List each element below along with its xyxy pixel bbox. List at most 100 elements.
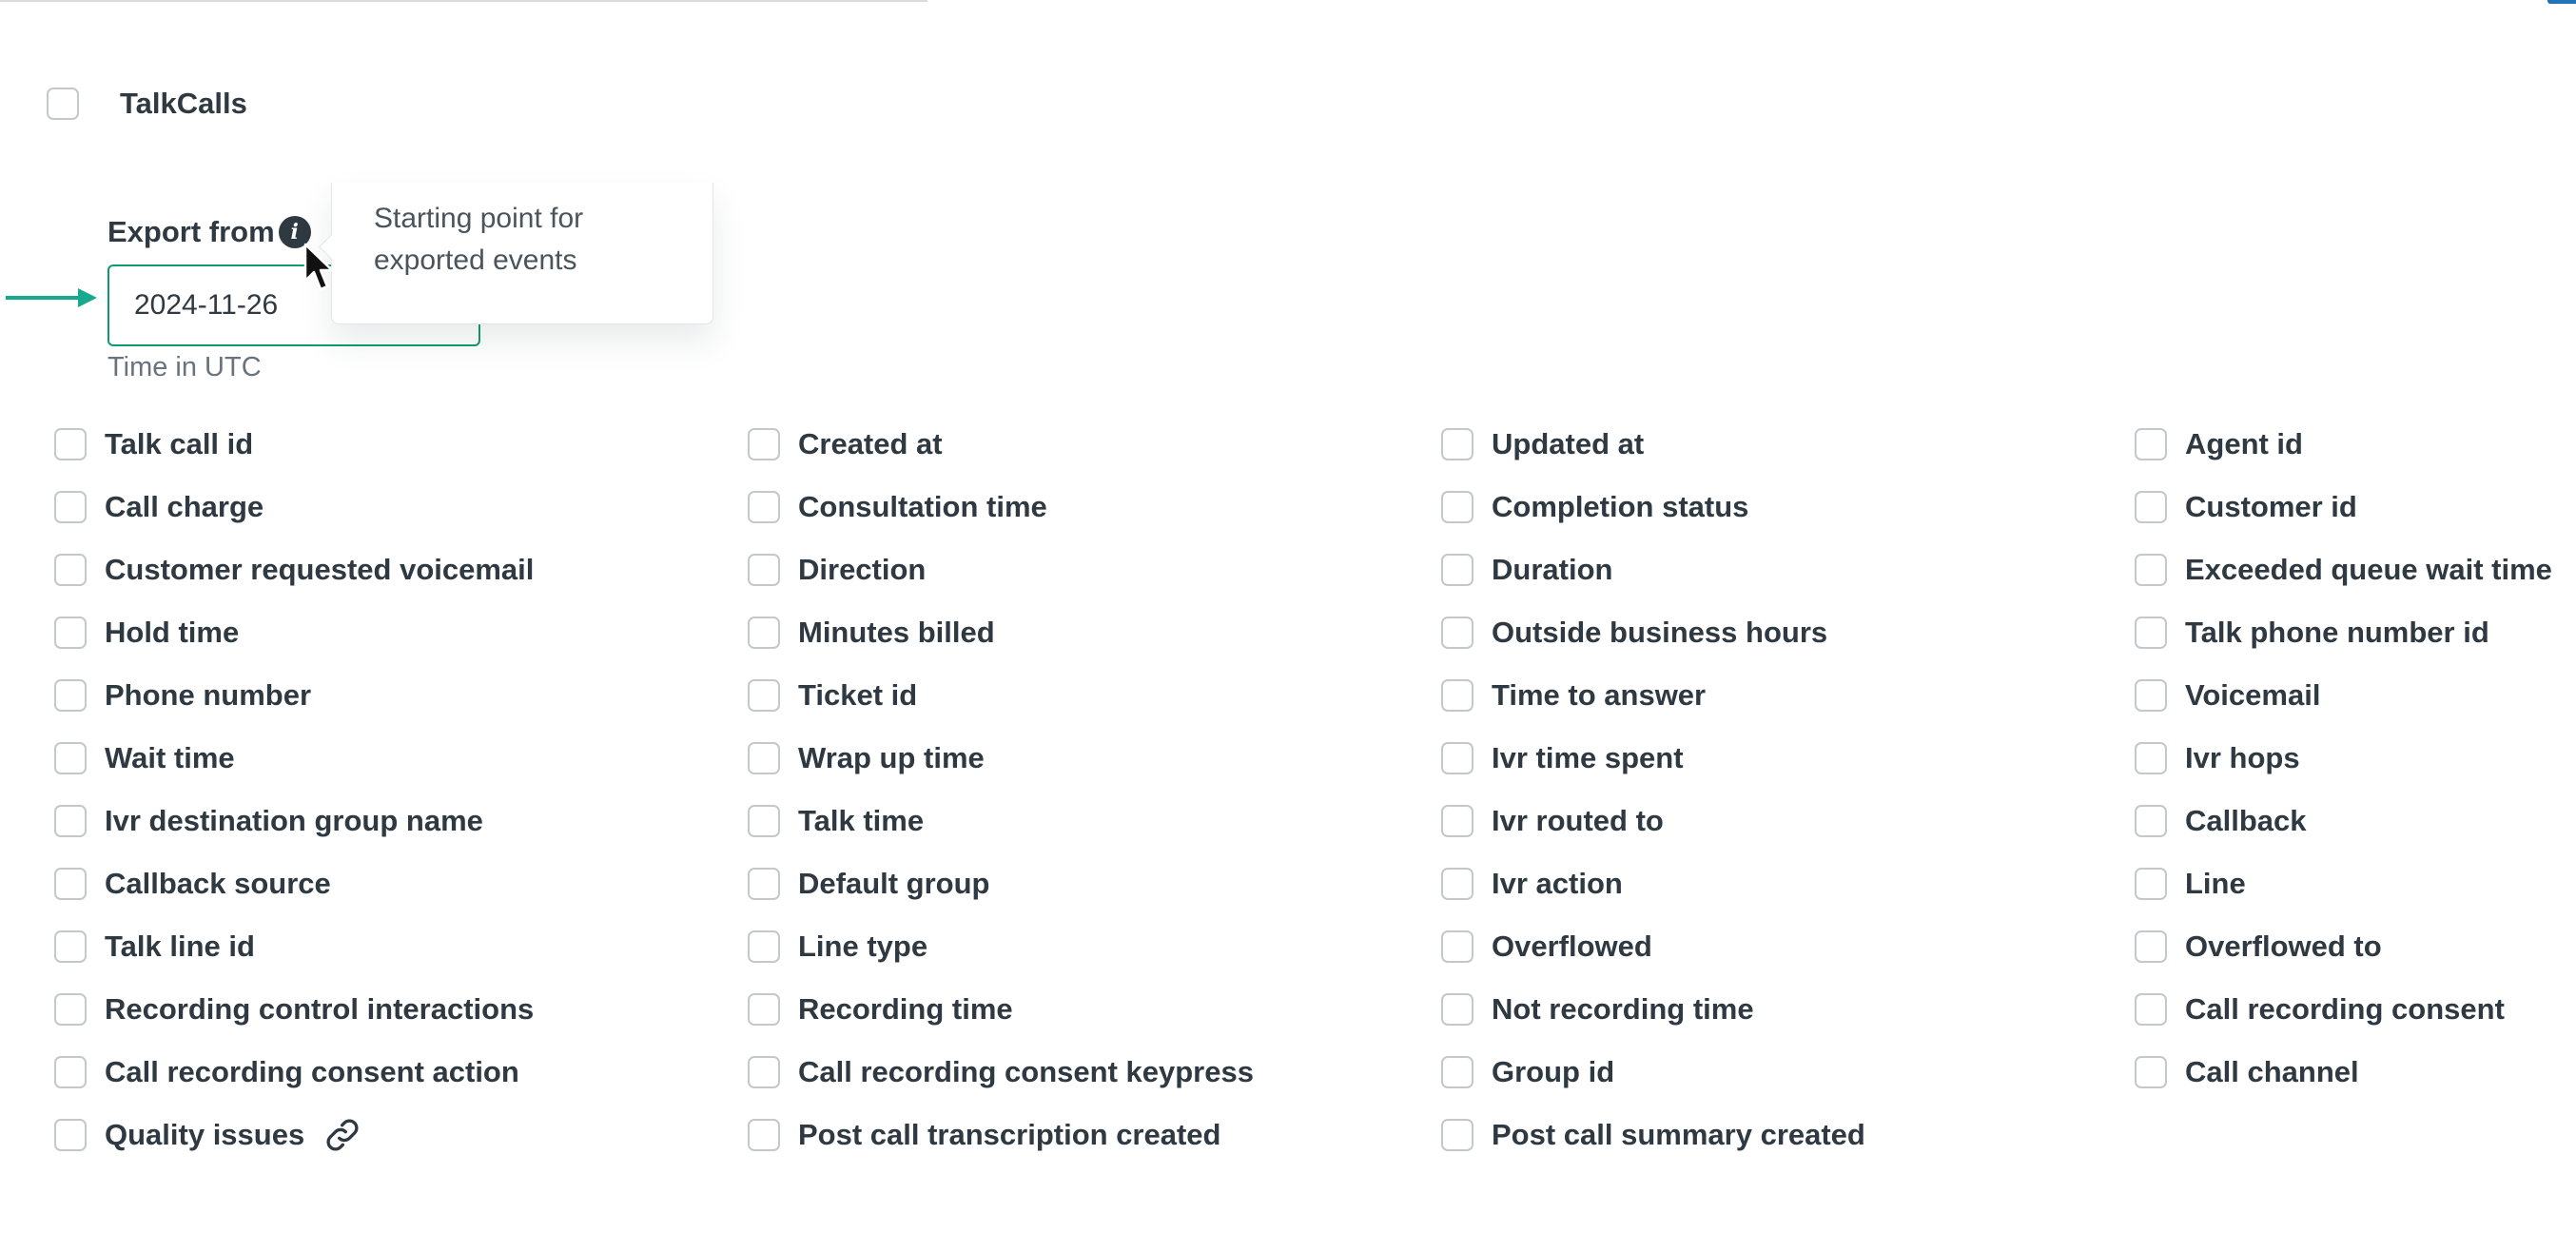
field-option-minutes-billed[interactable]: Minutes billed <box>748 601 1441 664</box>
field-checkbox[interactable] <box>1441 679 1473 712</box>
field-checkbox[interactable] <box>2135 491 2167 523</box>
field-checkbox[interactable] <box>54 616 87 649</box>
field-checkbox[interactable] <box>748 868 780 900</box>
field-option-call-charge[interactable]: Call charge <box>54 476 748 538</box>
field-checkbox[interactable] <box>54 742 87 774</box>
field-checkbox[interactable] <box>748 1119 780 1151</box>
field-option-completion-status[interactable]: Completion status <box>1441 476 2135 538</box>
field-checkbox[interactable] <box>1441 1056 1473 1088</box>
field-option-talk-phone-number-id[interactable]: Talk phone number id <box>2135 601 2576 664</box>
field-option-direction[interactable]: Direction <box>748 538 1441 601</box>
field-checkbox[interactable] <box>748 993 780 1026</box>
field-option-talk-time[interactable]: Talk time <box>748 790 1441 852</box>
field-checkbox[interactable] <box>748 742 780 774</box>
field-checkbox[interactable] <box>1441 993 1473 1026</box>
field-checkbox[interactable] <box>1441 616 1473 649</box>
field-checkbox[interactable] <box>1441 491 1473 523</box>
field-option-created-at[interactable]: Created at <box>748 413 1441 476</box>
field-checkbox[interactable] <box>54 1056 87 1088</box>
field-label: Minutes billed <box>798 616 995 649</box>
field-checkbox[interactable] <box>2135 742 2167 774</box>
field-checkbox[interactable] <box>748 930 780 963</box>
field-checkbox[interactable] <box>748 805 780 837</box>
field-option-ivr-time-spent[interactable]: Ivr time spent <box>1441 727 2135 790</box>
field-checkbox[interactable] <box>1441 428 1473 460</box>
field-option-time-to-answer[interactable]: Time to answer <box>1441 664 2135 727</box>
field-option-agent-id[interactable]: Agent id <box>2135 413 2576 476</box>
field-checkbox[interactable] <box>2135 993 2167 1026</box>
field-option-group-id[interactable]: Group id <box>1441 1041 2135 1104</box>
field-option-consultation-time[interactable]: Consultation time <box>748 476 1441 538</box>
field-option-ivr-action[interactable]: Ivr action <box>1441 852 2135 915</box>
field-option-recording-time[interactable]: Recording time <box>748 978 1441 1041</box>
field-option-hold-time[interactable]: Hold time <box>54 601 748 664</box>
field-option-ivr-destination-group-name[interactable]: Ivr destination group name <box>54 790 748 852</box>
field-option-call-channel[interactable]: Call channel <box>2135 1041 2576 1104</box>
field-option-quality-issues[interactable]: Quality issues <box>54 1104 748 1166</box>
field-checkbox[interactable] <box>748 616 780 649</box>
field-option-post-call-summary-created[interactable]: Post call summary created <box>1441 1104 2135 1166</box>
field-option-not-recording-time[interactable]: Not recording time <box>1441 978 2135 1041</box>
field-option-talk-call-id[interactable]: Talk call id <box>54 413 748 476</box>
field-checkbox[interactable] <box>748 491 780 523</box>
field-checkbox[interactable] <box>748 1056 780 1088</box>
field-option-voicemail[interactable]: Voicemail <box>2135 664 2576 727</box>
field-option-outside-business-hours[interactable]: Outside business hours <box>1441 601 2135 664</box>
field-label: Call recording consent <box>2185 992 2505 1026</box>
field-checkbox[interactable] <box>54 868 87 900</box>
field-checkbox[interactable] <box>748 554 780 586</box>
field-option-post-call-transcription-created[interactable]: Post call transcription created <box>748 1104 1441 1166</box>
field-label: Phone number <box>105 678 312 712</box>
field-checkbox[interactable] <box>54 491 87 523</box>
field-label: Line type <box>798 930 928 963</box>
field-option-duration[interactable]: Duration <box>1441 538 2135 601</box>
field-checkbox[interactable] <box>54 1119 87 1151</box>
field-option-overflowed[interactable]: Overflowed <box>1441 915 2135 978</box>
field-option-wait-time[interactable]: Wait time <box>54 727 748 790</box>
field-checkbox[interactable] <box>54 554 87 586</box>
field-checkbox[interactable] <box>2135 428 2167 460</box>
field-checkbox[interactable] <box>2135 930 2167 963</box>
field-option-talk-line-id[interactable]: Talk line id <box>54 915 748 978</box>
field-option-call-recording-consent-keypress[interactable]: Call recording consent keypress <box>748 1041 1441 1104</box>
field-option-updated-at[interactable]: Updated at <box>1441 413 2135 476</box>
field-option-ivr-routed-to[interactable]: Ivr routed to <box>1441 790 2135 852</box>
field-checkbox[interactable] <box>2135 554 2167 586</box>
field-checkbox[interactable] <box>2135 1056 2167 1088</box>
field-option-recording-control-interactions[interactable]: Recording control interactions <box>54 978 748 1041</box>
field-checkbox[interactable] <box>54 679 87 712</box>
field-checkbox[interactable] <box>1441 1119 1473 1151</box>
field-option-phone-number[interactable]: Phone number <box>54 664 748 727</box>
field-checkbox[interactable] <box>1441 868 1473 900</box>
field-checkbox[interactable] <box>1441 554 1473 586</box>
field-checkbox[interactable] <box>54 993 87 1026</box>
field-option-ticket-id[interactable]: Ticket id <box>748 664 1441 727</box>
field-option-line-type[interactable]: Line type <box>748 915 1441 978</box>
field-option-default-group[interactable]: Default group <box>748 852 1441 915</box>
field-checkbox[interactable] <box>748 428 780 460</box>
field-option-exceeded-queue-wait-time[interactable]: Exceeded queue wait time <box>2135 538 2576 601</box>
field-option-callback[interactable]: Callback <box>2135 790 2576 852</box>
field-checkbox[interactable] <box>54 428 87 460</box>
field-checkbox[interactable] <box>2135 868 2167 900</box>
field-checkbox[interactable] <box>748 679 780 712</box>
field-option-customer-requested-voicemail[interactable]: Customer requested voicemail <box>54 538 748 601</box>
field-option-overflowed-to[interactable]: Overflowed to <box>2135 915 2576 978</box>
field-option-customer-id[interactable]: Customer id <box>2135 476 2576 538</box>
field-checkbox[interactable] <box>2135 616 2167 649</box>
field-checkbox[interactable] <box>54 930 87 963</box>
field-option-line[interactable]: Line <box>2135 852 2576 915</box>
section-select-all-checkbox[interactable] <box>47 88 79 120</box>
field-checkbox[interactable] <box>1441 805 1473 837</box>
link-icon[interactable] <box>323 1116 361 1154</box>
field-checkbox[interactable] <box>2135 679 2167 712</box>
field-option-wrap-up-time[interactable]: Wrap up time <box>748 727 1441 790</box>
field-option-call-recording-consent[interactable]: Call recording consent <box>2135 978 2576 1041</box>
field-option-ivr-hops[interactable]: Ivr hops <box>2135 727 2576 790</box>
field-checkbox[interactable] <box>54 805 87 837</box>
field-checkbox[interactable] <box>2135 805 2167 837</box>
field-option-callback-source[interactable]: Callback source <box>54 852 748 915</box>
field-option-call-recording-consent-action[interactable]: Call recording consent action <box>54 1041 748 1104</box>
field-checkbox[interactable] <box>1441 930 1473 963</box>
field-checkbox[interactable] <box>1441 742 1473 774</box>
